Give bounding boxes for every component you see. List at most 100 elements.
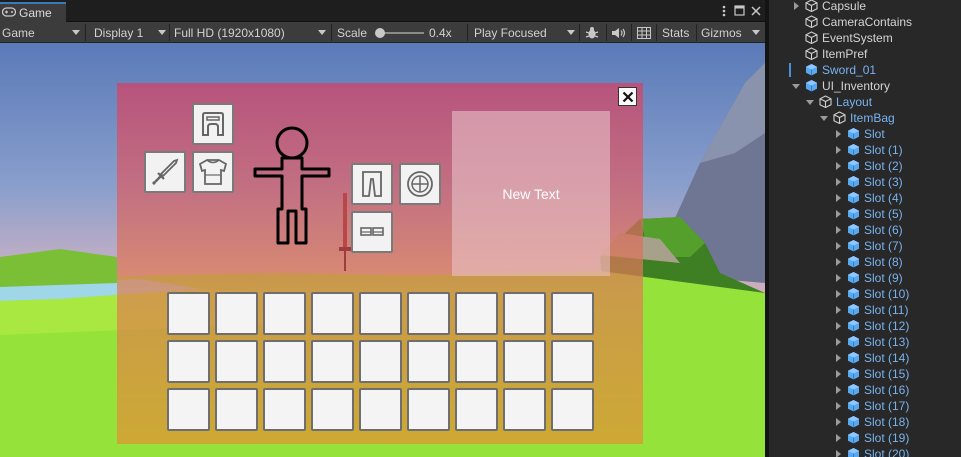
hierarchy-item[interactable]: Slot (2) [769, 158, 961, 174]
hierarchy-item[interactable]: Slot (13) [769, 334, 961, 350]
hierarchy-item[interactable]: Slot (1) [769, 142, 961, 158]
bag-slot[interactable] [311, 388, 354, 431]
scale-slider-handle[interactable] [375, 28, 385, 38]
bag-slot[interactable] [359, 292, 402, 335]
bag-slot[interactable] [359, 340, 402, 383]
equip-slot-boots[interactable] [351, 211, 393, 253]
foldout-collapsed-icon[interactable] [833, 289, 843, 299]
kebab-menu-icon[interactable] [716, 3, 731, 18]
hierarchy-item[interactable]: Slot (16) [769, 382, 961, 398]
audio-icon[interactable] [611, 22, 626, 43]
bag-slot[interactable] [551, 292, 594, 335]
bag-slot[interactable] [503, 292, 546, 335]
hierarchy-item[interactable]: Slot (19) [769, 430, 961, 446]
hierarchy-item[interactable]: EventSystem [769, 30, 961, 46]
bag-slot[interactable] [359, 388, 402, 431]
resolution-dropdown[interactable]: Full HD (1920x1080) [174, 22, 285, 43]
view-mode-dropdown[interactable]: Game [2, 22, 35, 43]
foldout-collapsed-icon[interactable] [833, 401, 843, 411]
foldout-collapsed-icon[interactable] [833, 145, 843, 155]
display-dropdown[interactable]: Display 1 [94, 22, 143, 43]
bag-slot[interactable] [551, 388, 594, 431]
bag-slot[interactable] [503, 340, 546, 383]
close-icon[interactable] [748, 3, 763, 18]
tab-game[interactable]: Game [0, 2, 66, 22]
foldout-collapsed-icon[interactable] [791, 1, 801, 11]
bag-slot[interactable] [167, 340, 210, 383]
hierarchy-item[interactable]: Slot (15) [769, 366, 961, 382]
foldout-expanded-icon[interactable] [791, 81, 801, 91]
grid-icon[interactable] [637, 22, 651, 43]
equip-slot-weapon[interactable] [144, 151, 186, 193]
hierarchy-item[interactable]: Slot (4) [769, 190, 961, 206]
hierarchy-item[interactable]: Slot (14) [769, 350, 961, 366]
bag-slot[interactable] [455, 340, 498, 383]
bag-slot[interactable] [215, 340, 258, 383]
bag-slot[interactable] [263, 340, 306, 383]
hierarchy-item[interactable]: Slot (12) [769, 318, 961, 334]
equip-slot-shield[interactable] [399, 163, 441, 205]
stats-button[interactable]: Stats [662, 22, 689, 43]
foldout-collapsed-icon[interactable] [833, 257, 843, 267]
hierarchy-item[interactable]: Capsule [769, 0, 961, 14]
bag-slot[interactable] [263, 292, 306, 335]
game-viewport[interactable]: New Text [0, 43, 765, 457]
foldout-collapsed-icon[interactable] [833, 209, 843, 219]
hierarchy-item[interactable]: Slot [769, 126, 961, 142]
foldout-expanded-icon[interactable] [805, 97, 815, 107]
hierarchy-item[interactable]: Slot (5) [769, 206, 961, 222]
hierarchy-item[interactable]: CameraContains [769, 14, 961, 30]
bag-slot[interactable] [407, 388, 450, 431]
hierarchy-item[interactable]: Slot (18) [769, 414, 961, 430]
bag-slot[interactable] [455, 388, 498, 431]
hierarchy-item[interactable]: Slot (6) [769, 222, 961, 238]
bag-slot[interactable] [263, 388, 306, 431]
hierarchy-item[interactable]: Slot (9) [769, 270, 961, 286]
bag-slot[interactable] [167, 388, 210, 431]
bag-slot[interactable] [167, 292, 210, 335]
foldout-collapsed-icon[interactable] [833, 337, 843, 347]
hierarchy-item[interactable]: ItemBag [769, 110, 961, 126]
bag-slot[interactable] [551, 340, 594, 383]
foldout-collapsed-icon[interactable] [833, 353, 843, 363]
hierarchy-item[interactable]: Slot (8) [769, 254, 961, 270]
foldout-collapsed-icon[interactable] [833, 161, 843, 171]
foldout-collapsed-icon[interactable] [833, 369, 843, 379]
hierarchy-item[interactable]: Slot (20) [769, 446, 961, 457]
foldout-expanded-icon[interactable] [819, 113, 829, 123]
hierarchy-item[interactable]: Slot (3) [769, 174, 961, 190]
maximize-icon[interactable] [732, 3, 747, 18]
hierarchy-item[interactable]: Slot (7) [769, 238, 961, 254]
hierarchy-item[interactable]: Slot (11) [769, 302, 961, 318]
foldout-collapsed-icon[interactable] [833, 417, 843, 427]
bag-slot[interactable] [407, 292, 450, 335]
foldout-collapsed-icon[interactable] [833, 449, 843, 457]
foldout-collapsed-icon[interactable] [833, 273, 843, 283]
foldout-collapsed-icon[interactable] [833, 433, 843, 443]
hierarchy-item[interactable]: UI_Inventory [769, 78, 961, 94]
hierarchy-item[interactable]: Layout [769, 94, 961, 110]
play-mode-dropdown[interactable]: Play Focused [474, 22, 547, 43]
equip-slot-helmet[interactable] [192, 103, 234, 145]
foldout-collapsed-icon[interactable] [833, 129, 843, 139]
equip-slot-armor[interactable] [192, 151, 234, 193]
bag-slot[interactable] [455, 292, 498, 335]
foldout-collapsed-icon[interactable] [833, 241, 843, 251]
foldout-collapsed-icon[interactable] [833, 385, 843, 395]
foldout-collapsed-icon[interactable] [833, 225, 843, 235]
foldout-collapsed-icon[interactable] [833, 177, 843, 187]
bag-slot[interactable] [215, 292, 258, 335]
bag-slot[interactable] [503, 388, 546, 431]
bag-slot[interactable] [215, 388, 258, 431]
hierarchy-item[interactable]: Slot (17) [769, 398, 961, 414]
hierarchy-item[interactable]: Sword_01 [769, 62, 961, 78]
bug-icon[interactable] [585, 22, 599, 43]
hierarchy-item[interactable]: ItemPref [769, 46, 961, 62]
foldout-collapsed-icon[interactable] [833, 193, 843, 203]
bag-slot[interactable] [311, 340, 354, 383]
foldout-collapsed-icon[interactable] [833, 305, 843, 315]
gizmos-button[interactable]: Gizmos [701, 22, 742, 43]
bag-slot[interactable] [311, 292, 354, 335]
inventory-close-button[interactable] [618, 87, 637, 106]
hierarchy-item[interactable]: Slot (10) [769, 286, 961, 302]
